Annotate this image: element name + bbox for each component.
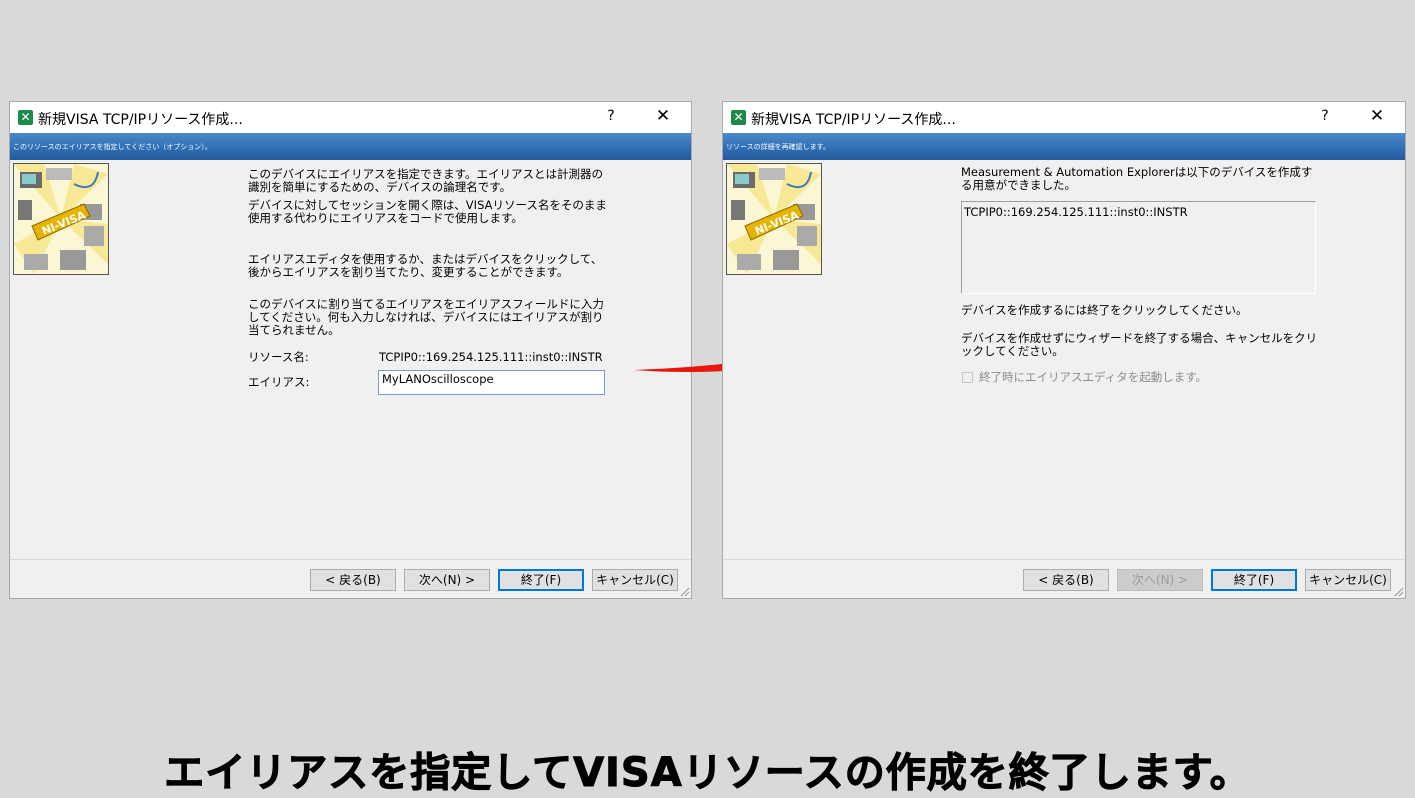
alias-editor-text: エイリアスエディタを使用するか、またはデバイスをクリックして、後からエイリアスを… [248,252,603,279]
title-bar[interactable]: ✕ 新規VISA TCP/IPリソース作成... ? ✕ [723,102,1405,133]
window-title: 新規VISA TCP/IPリソース作成... [751,112,956,128]
header-banner: このリソースのエイリアスを指定してください（オプション）。 [10,133,691,160]
help-button[interactable]: ? [601,108,621,124]
banner-text: このリソースのエイリアスを指定してください（オプション）。 [13,143,212,151]
launch-alias-editor-checkbox[interactable] [962,372,973,383]
ready-text: Measurement & Automation Explorerは以下のデバイ… [961,165,1313,192]
finish-button[interactable]: 終了(F) [1211,569,1297,591]
next-button: 次へ(N) > [1117,569,1203,591]
app-icon: ✕ [18,110,33,125]
alias-intro-text: このデバイスにエイリアスを指定できます。エイリアスとは計測器の識別を簡単にするた… [248,167,604,194]
resource-name-label: リソース名: [248,350,309,364]
back-button[interactable]: < 戻る(B) [310,569,396,591]
footer-divider [723,559,1405,560]
alias-usage-text: デバイスに対してセッションを開く際は、VISAリソース名をそのまま使用する代わり… [248,198,607,225]
review-dialog: ✕ 新規VISA TCP/IPリソース作成... ? ✕ リソースの詳細を再確認… [722,101,1406,599]
close-button[interactable]: ✕ [653,106,673,126]
app-icon: ✕ [731,110,746,125]
resize-grip-icon[interactable] [678,585,690,597]
alias-dialog: ✕ 新規VISA TCP/IPリソース作成... ? ✕ このリソースのエイリア… [9,101,692,599]
window-title: 新規VISA TCP/IPリソース作成... [38,112,243,128]
footer-divider [10,559,691,560]
finish-instruction-text: デバイスを作成するには終了をクリックしてください。 [961,303,1248,317]
close-button[interactable]: ✕ [1367,106,1387,126]
cancel-button[interactable]: キャンセル(C) [1305,569,1391,591]
help-button[interactable]: ? [1315,108,1335,124]
launch-alias-editor-label[interactable]: 終了時にエイリアスエディタを起動します。 [979,371,1207,384]
resource-name-value: TCPIP0::169.254.125.111::inst0::INSTR [379,350,603,364]
cancel-button[interactable]: キャンセル(C) [592,569,678,591]
alias-label: エイリアス: [248,375,310,389]
banner-text: リソースの詳細を再確認します。 [726,143,830,151]
resize-grip-icon[interactable] [1392,585,1404,597]
header-banner: リソースの詳細を再確認します。 [723,133,1405,160]
title-bar[interactable]: ✕ 新規VISA TCP/IPリソース作成... ? ✕ [10,102,691,133]
ni-visa-hero-image: NI-VISA [13,163,109,275]
next-button[interactable]: 次へ(N) > [404,569,490,591]
alias-instructions-text: このデバイスに割り当てるエイリアスをエイリアスフィールドに入力してください。何も… [248,297,604,337]
resource-summary-box: TCPIP0::169.254.125.111::inst0::INSTR [961,201,1316,294]
back-button[interactable]: < 戻る(B) [1023,569,1109,591]
caption-text: エイリアスを指定してVISAリソースの作成を終了します。 [164,750,1251,797]
alias-input[interactable]: MyLANOscilloscope [378,370,605,395]
ni-visa-hero-image: NI-VISA [726,163,822,275]
finish-button[interactable]: 終了(F) [498,569,584,591]
cancel-instruction-text: デバイスを作成せずにウィザードを終了する場合、キャンセルをクリックしてください。 [961,331,1318,358]
